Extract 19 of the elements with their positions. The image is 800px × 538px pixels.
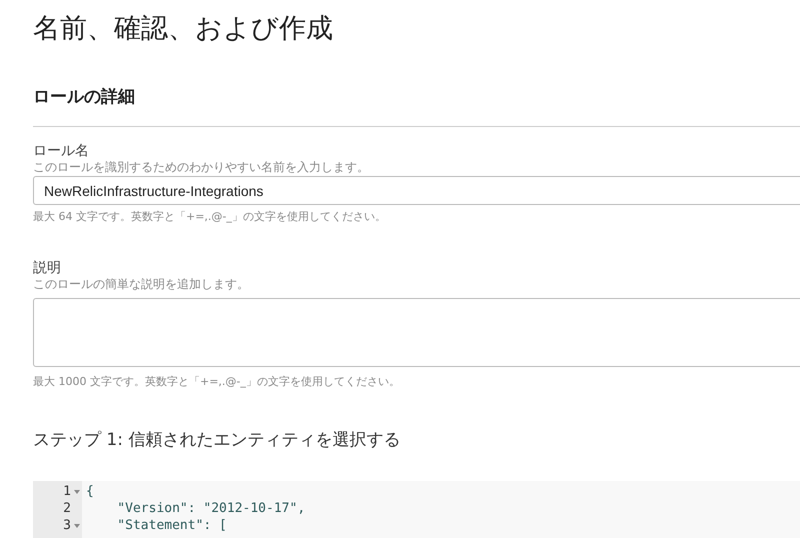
line-number: 2: [63, 500, 71, 518]
section-title: ロールの詳細: [33, 86, 136, 108]
field-hint: このロールを識別するためのわかりやすい名前を入力します。: [33, 160, 370, 175]
code-line: {: [86, 484, 94, 499]
code-line: "Statement": [: [116, 518, 227, 533]
field-note: 最大 64 文字です。英数字と「+=,.@-_」の文字を使用してください。: [33, 210, 387, 224]
step-title: ステップ 1: 信頼されたエンティティを選択する: [33, 429, 402, 451]
fold-icon[interactable]: [74, 524, 80, 528]
text-input-field[interactable]: NewRelicInfrastructure-Integrations: [33, 176, 800, 205]
field-label: 説明: [33, 260, 62, 277]
field-label: ロール名: [33, 143, 90, 160]
code-line: "Version": "2012-10-17",: [116, 501, 306, 516]
page-title: 名前、確認、および作成: [33, 12, 334, 46]
field-note: 最大 1000 文字です。英数字と「+=,.@-_」の文字を使用してください。: [33, 375, 401, 389]
line-number: 3: [63, 516, 71, 535]
line-number: 1: [63, 482, 71, 501]
field-hint: このロールの簡単な説明を追加します。: [33, 277, 250, 292]
description-field[interactable]: [33, 298, 800, 367]
fold-icon[interactable]: [74, 490, 80, 494]
